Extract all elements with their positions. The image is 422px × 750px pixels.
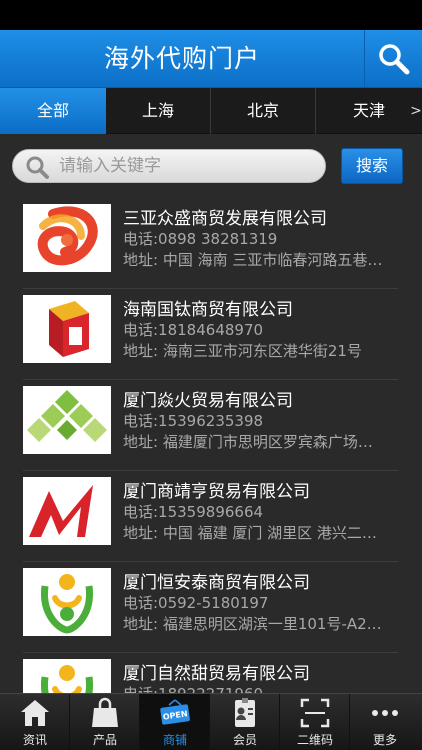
search-icon (26, 156, 49, 179)
company-phone: 电话:15396235398 (123, 412, 264, 430)
company-phone: 电话:18922271960 (123, 683, 263, 693)
list-item[interactable]: 三亚众盛商贸发展有限公司 电话:0898 38281319 地址: 中国 海南 … (0, 198, 422, 289)
nav-shops[interactable]: OPEN 商铺 (140, 694, 210, 750)
nav-members[interactable]: 会员 (210, 694, 280, 750)
company-phone: 电话:0898 38281319 (123, 230, 278, 248)
company-address: 地址: 海南三亚市河东区港华街21号 (123, 342, 362, 360)
shopping-bag-icon (92, 697, 118, 727)
green-diamond-logo (23, 386, 111, 454)
search-input[interactable] (59, 150, 314, 182)
member-card-icon (235, 698, 255, 727)
company-address: 地址: 福建厦门市思明区罗宾森广场… (123, 433, 373, 451)
list-item[interactable]: 厦门商靖亨贸易有限公司 电话:15359896664 地址: 中国 福建 厦门 … (0, 471, 422, 562)
company-name: 厦门商靖亨贸易有限公司 (123, 482, 310, 502)
nav-label: 产品 (92, 733, 117, 747)
nav-news[interactable]: 资讯 (0, 694, 70, 750)
header-search-button[interactable] (364, 30, 422, 88)
app-title: 海外代购门户 (103, 44, 260, 73)
status-bar (0, 0, 422, 30)
nav-label: 资讯 (22, 733, 47, 747)
search-box[interactable] (12, 149, 326, 183)
search-button[interactable]: 搜索 (341, 148, 403, 184)
city-tabs: < 全部 上海 北京 天津 > (0, 88, 422, 134)
person-logo (23, 568, 111, 636)
company-phone: 电话:0592-5180197 (123, 594, 269, 612)
nav-label: 会员 (232, 733, 257, 747)
cube-logo (23, 295, 111, 363)
company-address: 地址: 中国 福建 厦门 湖里区 港兴二… (123, 524, 377, 542)
qr-scan-icon (300, 698, 330, 728)
search-icon (378, 44, 409, 75)
person-logo (23, 659, 111, 693)
company-name: 厦门自然甜贸易有限公司 (123, 664, 310, 684)
nav-label: 更多 (372, 733, 397, 747)
bottom-nav: 资讯 产品 OPEN 商铺 会员 二维码 更多 (0, 693, 422, 750)
red-m-logo (23, 477, 111, 545)
company-list: 三亚众盛商贸发展有限公司 电话:0898 38281319 地址: 中国 海南 … (0, 198, 422, 693)
company-phone: 电话:15359896664 (123, 503, 264, 521)
nav-label: 二维码 (296, 733, 333, 747)
company-name: 厦门焱火贸易有限公司 (123, 391, 293, 411)
home-icon (21, 700, 49, 726)
tabs-right-arrow[interactable]: > (410, 88, 422, 134)
nav-label: 商铺 (162, 733, 187, 747)
list-item[interactable]: 海南国钛商贸有限公司 电话:18184648970 地址: 海南三亚市河东区港华… (0, 289, 422, 380)
tab-shanghai[interactable]: 上海 (106, 88, 211, 134)
nav-more[interactable]: 更多 (350, 694, 422, 750)
more-icon (372, 710, 398, 716)
app-header: 海外代购门户 (0, 30, 422, 88)
company-address: 地址: 中国 海南 三亚市临春河路五巷… (123, 251, 383, 269)
tab-all[interactable]: 全部 (0, 88, 106, 134)
list-item[interactable]: 厦门恒安泰商贸有限公司 电话:0592-5180197 地址: 福建思明区湖滨一… (0, 562, 422, 653)
open-sign-icon: OPEN (160, 699, 190, 725)
list-item[interactable]: 厦门焱火贸易有限公司 电话:15396235398 地址: 福建厦门市思明区罗宾… (0, 380, 422, 471)
company-address: 地址: 福建思明区湖滨一里101号-A2… (123, 615, 382, 633)
nav-qrcode[interactable]: 二维码 (280, 694, 350, 750)
nav-products[interactable]: 产品 (70, 694, 140, 750)
company-name: 海南国钛商贸有限公司 (123, 300, 293, 320)
tab-tianjin[interactable]: 天津 (316, 88, 422, 134)
company-phone: 电话:18184648970 (123, 321, 264, 339)
company-name: 厦门恒安泰商贸有限公司 (123, 573, 310, 593)
list-item[interactable]: 厦门自然甜贸易有限公司 电话:18922271960 (0, 653, 422, 693)
search-row: 搜索 (0, 134, 422, 198)
company-name: 三亚众盛商贸发展有限公司 (123, 209, 327, 229)
tab-beijing[interactable]: 北京 (211, 88, 316, 134)
swirl-logo (23, 204, 111, 272)
